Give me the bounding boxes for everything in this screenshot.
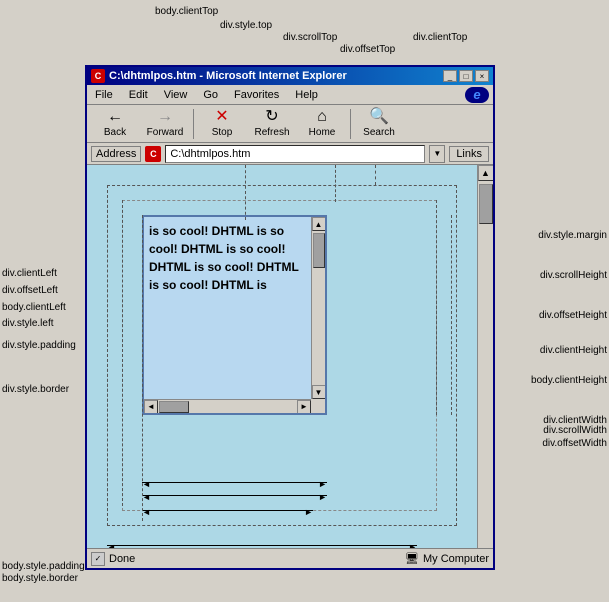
- links-button[interactable]: Links: [449, 146, 489, 162]
- label-div-offset-width: div.offsetWidth: [542, 438, 607, 449]
- title-bar-text: C:\dhtmlpos.htm - Microsoft Internet Exp…: [109, 70, 347, 82]
- label-body-client-top: body.clientTop: [155, 6, 218, 17]
- label-div-client-top: div.clientTop: [413, 32, 467, 43]
- menu-file[interactable]: File: [91, 88, 117, 102]
- label-div-offset-left: div.offsetLeft: [2, 285, 58, 296]
- main-scroll-thumb-v[interactable]: [479, 184, 493, 224]
- label-div-style-border: div.style.border: [2, 384, 69, 395]
- address-bar: Address C C:\dhtmlpos.htm ▼ Links: [87, 143, 493, 165]
- div-content-text: is so cool! DHTML is so cool! DHTML is s…: [144, 217, 311, 299]
- scroll-right-arrow[interactable]: ►: [297, 400, 311, 414]
- title-bar: C C:\dhtmlpos.htm - Microsoft Internet E…: [87, 67, 493, 85]
- browser-icon-small: C: [145, 146, 161, 162]
- scrollable-div: ▲ ▼ ◄ ► is so cool! DHTML is so cool! DH…: [142, 215, 327, 415]
- status-bar: ✓ Done 🖥 My Computer: [87, 548, 493, 568]
- menu-edit[interactable]: Edit: [125, 88, 152, 102]
- label-body-style-padding: body.style.padding: [2, 561, 85, 572]
- browser-window: C C:\dhtmlpos.htm - Microsoft Internet E…: [85, 65, 495, 570]
- stop-button[interactable]: ✕ Stop: [198, 107, 246, 141]
- scroll-down-arrow[interactable]: ▼: [312, 385, 326, 399]
- refresh-button[interactable]: ↻ Refresh: [248, 107, 296, 141]
- address-dropdown[interactable]: ▼: [429, 145, 445, 163]
- label-body-client-left: body.clientLeft: [2, 302, 66, 313]
- status-text: Done: [109, 553, 135, 565]
- maximize-button[interactable]: □: [459, 70, 473, 82]
- close-button[interactable]: ×: [475, 70, 489, 82]
- address-label: Address: [91, 146, 141, 162]
- label-body-client-height: body.clientHeight: [531, 375, 607, 386]
- forward-button[interactable]: → Forward: [141, 107, 189, 141]
- label-div-style-left: div.style.left: [2, 318, 54, 329]
- menu-help[interactable]: Help: [291, 88, 322, 102]
- minimize-button[interactable]: _: [443, 70, 457, 82]
- label-div-scroll-width: div.scrollWidth: [543, 425, 607, 436]
- label-body-style-border: body.style.border: [2, 573, 78, 584]
- back-button[interactable]: ← Back: [91, 107, 139, 141]
- label-div-scroll-height: div.scrollHeight: [540, 270, 607, 281]
- label-div-offset-top: div.offsetTop: [340, 44, 395, 55]
- label-div-client-left: div.clientLeft: [2, 268, 57, 279]
- status-computer-icon: 🖥: [405, 552, 419, 565]
- label-div-style-top: div.style.top: [220, 20, 272, 31]
- browser-icon: C: [91, 69, 105, 83]
- search-button[interactable]: 🔍 Search: [355, 107, 403, 141]
- home-button[interactable]: ⌂ Home: [298, 107, 346, 141]
- toolbar: ← Back → Forward ✕ Stop ↻ Refresh ⌂ Home…: [87, 105, 493, 143]
- scroll-up-arrow[interactable]: ▲: [312, 217, 326, 231]
- menu-go[interactable]: Go: [199, 88, 222, 102]
- content-area: ▲ ▼ ◄ ► is so cool! DHTML is so cool! DH…: [87, 165, 493, 566]
- main-scroll-up[interactable]: ▲: [478, 165, 494, 181]
- menu-bar: File Edit View Go Favorites Help e: [87, 85, 493, 105]
- status-computer-text: My Computer: [423, 553, 489, 565]
- menu-view[interactable]: View: [160, 88, 192, 102]
- scroll-thumb-h[interactable]: [159, 401, 189, 413]
- address-input[interactable]: C:\dhtmlpos.htm: [165, 145, 425, 163]
- div-scrollbar-v[interactable]: ▲ ▼: [311, 217, 325, 399]
- div-scrollbar-h[interactable]: ◄ ►: [144, 399, 311, 413]
- scroll-thumb-v[interactable]: [313, 233, 325, 268]
- label-div-client-height: div.clientHeight: [540, 345, 607, 356]
- label-div-style-padding: div.style.padding: [2, 340, 76, 351]
- label-div-scroll-top: div.scrollTop: [283, 32, 337, 43]
- label-div-style-margin: div.style.margin: [538, 230, 607, 241]
- status-icon: ✓: [91, 552, 105, 566]
- scroll-left-arrow[interactable]: ◄: [144, 400, 158, 414]
- main-scrollbar-v[interactable]: ▲ ▼: [477, 165, 493, 566]
- label-div-offset-height: div.offsetHeight: [539, 310, 607, 321]
- content-wrapper: ▲ ▼ ◄ ► is so cool! DHTML is so cool! DH…: [87, 165, 477, 566]
- menu-favorites[interactable]: Favorites: [230, 88, 283, 102]
